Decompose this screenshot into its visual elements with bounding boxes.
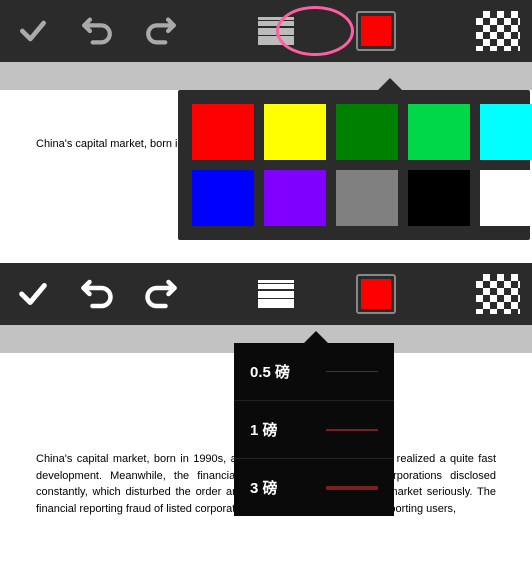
thickness-option[interactable]: 0.5 磅 bbox=[234, 343, 394, 401]
color-option-cyan[interactable] bbox=[480, 104, 532, 160]
popover-arrow-icon bbox=[304, 331, 328, 343]
thickness-label: 0.5 磅 bbox=[250, 361, 290, 382]
thickness-popover: 0.5 磅 1 磅 3 磅 bbox=[234, 343, 394, 516]
color-swatch-icon bbox=[361, 16, 391, 46]
color-option-red[interactable] bbox=[192, 104, 254, 160]
redo-button[interactable] bbox=[140, 273, 182, 315]
popover-arrow-icon bbox=[378, 78, 402, 90]
transparency-button[interactable] bbox=[476, 274, 520, 314]
redo-button[interactable] bbox=[140, 10, 182, 52]
confirm-button[interactable] bbox=[12, 273, 54, 315]
redo-icon bbox=[143, 276, 179, 312]
thickness-label: 1 磅 bbox=[250, 419, 278, 440]
thickness-option[interactable]: 1 磅 bbox=[234, 401, 394, 459]
color-swatch-icon bbox=[361, 279, 391, 309]
color-option-green[interactable] bbox=[336, 104, 398, 160]
thickness-line-icon bbox=[258, 36, 294, 45]
thickness-line-icon bbox=[258, 28, 294, 35]
toolbar bbox=[0, 263, 532, 325]
color-option-purple[interactable] bbox=[264, 170, 326, 226]
toolbar bbox=[0, 0, 532, 62]
checkmark-icon bbox=[17, 15, 49, 47]
thickness-option[interactable]: 3 磅 bbox=[234, 459, 394, 516]
color-button[interactable] bbox=[356, 274, 396, 314]
thickness-line-icon bbox=[258, 299, 294, 308]
thickness-line-icon bbox=[258, 291, 294, 298]
thickness-button[interactable] bbox=[254, 13, 298, 49]
thickness-label: 3 磅 bbox=[250, 477, 278, 498]
screenshot-top: Abstract China's capital market, born in… bbox=[0, 0, 532, 245]
undo-icon bbox=[79, 276, 115, 312]
color-option-white[interactable] bbox=[480, 170, 532, 226]
sub-toolbar bbox=[0, 62, 532, 90]
thickness-line-icon bbox=[258, 17, 294, 20]
color-option-black[interactable] bbox=[408, 170, 470, 226]
undo-button[interactable] bbox=[76, 10, 118, 52]
thickness-preview-line bbox=[326, 486, 378, 490]
undo-button[interactable] bbox=[76, 273, 118, 315]
color-option-lightgreen[interactable] bbox=[408, 104, 470, 160]
color-picker-popover bbox=[178, 90, 530, 240]
color-grid bbox=[178, 90, 530, 240]
thickness-line-icon bbox=[258, 280, 294, 283]
confirm-button[interactable] bbox=[12, 10, 54, 52]
color-option-blue[interactable] bbox=[192, 170, 254, 226]
undo-icon bbox=[80, 14, 114, 48]
thickness-line-icon bbox=[258, 284, 294, 289]
redo-icon bbox=[144, 14, 178, 48]
transparency-button[interactable] bbox=[476, 11, 520, 51]
screenshot-bottom: China's capital market, born in 1990s, a… bbox=[0, 263, 532, 557]
thickness-preview-line bbox=[326, 371, 378, 372]
thickness-button[interactable] bbox=[254, 276, 298, 312]
checkmark-icon bbox=[16, 277, 50, 311]
color-button[interactable] bbox=[356, 11, 396, 51]
color-option-yellow[interactable] bbox=[264, 104, 326, 160]
thickness-preview-line bbox=[326, 429, 378, 431]
color-option-gray[interactable] bbox=[336, 170, 398, 226]
thickness-line-icon bbox=[258, 21, 294, 26]
